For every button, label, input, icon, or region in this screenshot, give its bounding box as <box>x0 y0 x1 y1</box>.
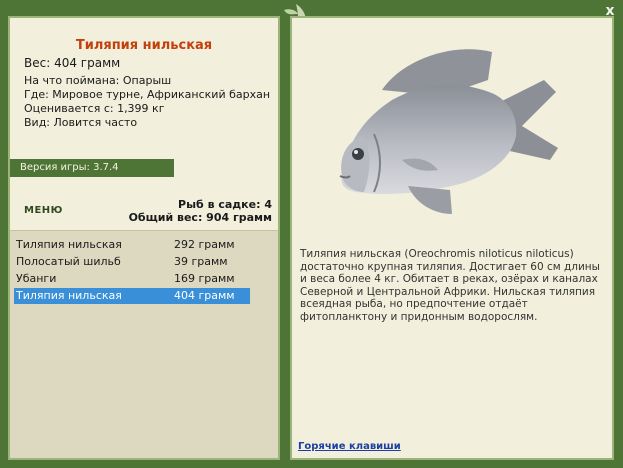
catch-list: Тиляпия нильская 292 грамм Полосатый шил… <box>10 230 278 458</box>
list-item-name: Полосатый шильб <box>16 255 121 268</box>
fish-title: Тиляпия нильская <box>75 38 213 53</box>
list-item[interactable]: Полосатый шильб 39 грамм <box>14 254 250 270</box>
list-item[interactable]: Тиляпия нильская 292 грамм <box>14 237 250 253</box>
keepnet-stats: Рыб в садке: 4 Общий вес: 904 грамм <box>129 198 272 224</box>
fish-info-panel: Тиляпия нильская Вес: 404 грамм На что п… <box>8 16 280 460</box>
valued-from-text: Оценивается с: 1,399 кг <box>24 102 165 115</box>
total-weight: Общий вес: 904 грамм <box>128 211 272 224</box>
fish-preview-panel: Тиляпия нильская (Oreochromis niloticus … <box>290 16 614 460</box>
kind-text: Вид: Ловится часто <box>24 116 138 129</box>
caught-on-text: На что поймана: Опарыш <box>24 74 172 87</box>
fish-count: Рыб в садке: 4 <box>178 198 272 211</box>
fish-details: На что поймана: Опарыш Где: Мировое турн… <box>24 74 270 130</box>
list-item-selected[interactable]: Тиляпия нильская 404 грамм <box>14 288 250 304</box>
list-item-weight: 404 грамм <box>174 289 235 302</box>
list-item-name: Тиляпия нильская <box>16 289 122 302</box>
list-item-name: Убанги <box>16 272 57 285</box>
list-item-weight: 39 грамм <box>174 255 228 268</box>
list-item[interactable]: Убанги 169 грамм <box>14 271 250 287</box>
list-item-weight: 169 грамм <box>174 272 235 285</box>
menu-button[interactable]: МЕНЮ <box>24 205 63 216</box>
version-bar: Версия игры: 3.7.4 <box>10 159 174 177</box>
fish-description: Тиляпия нильская (Oreochromis niloticus … <box>300 248 600 323</box>
list-item-weight: 292 грамм <box>174 238 235 251</box>
location-text: Где: Мировое турне, Африканский бархан <box>24 88 271 101</box>
fish-image <box>339 49 558 214</box>
fish-weight: Вес: 404 грамм <box>24 56 121 70</box>
hotkeys-link[interactable]: Горячие клавиши <box>298 441 401 452</box>
list-item-name: Тиляпия нильская <box>16 238 122 251</box>
